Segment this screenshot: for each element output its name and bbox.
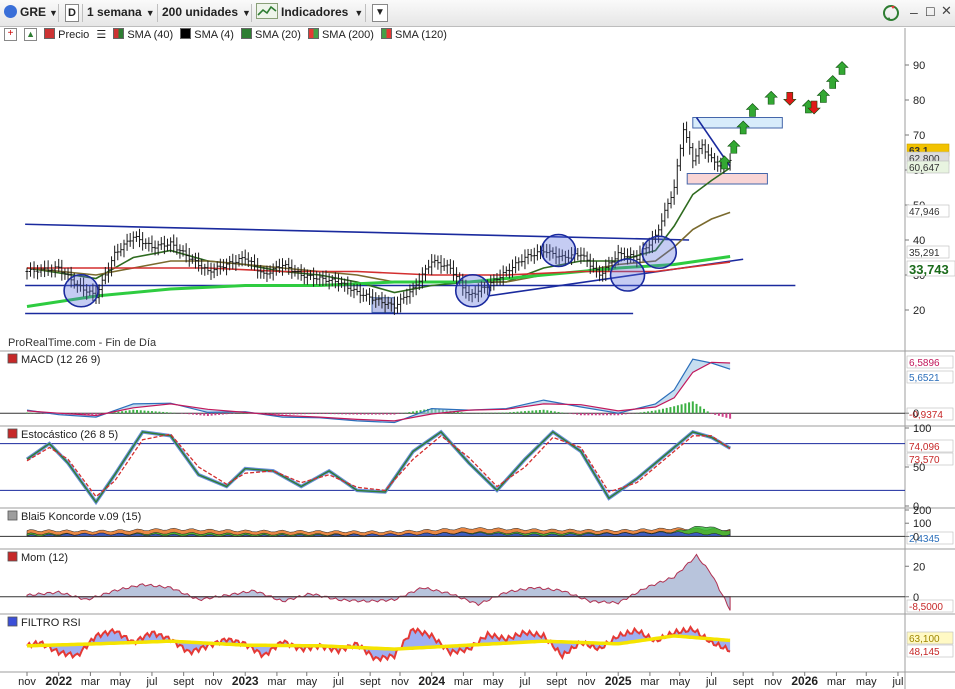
time-axis-tick-label: nov	[391, 676, 409, 688]
macd-value: 5,6521	[909, 373, 940, 384]
indicator-axis-tick-label: 100	[913, 423, 931, 435]
indicator-title: FILTRO RSI	[21, 617, 81, 629]
price-axis-tick-label: 40	[913, 235, 925, 247]
indicator-title: Mom (12)	[21, 552, 68, 564]
time-axis-tick-label: mar	[267, 676, 286, 688]
time-axis-tick-label: sept	[733, 676, 754, 688]
indicator-axis-tick-label: 20	[913, 561, 925, 573]
highlight-circle	[63, 273, 99, 308]
time-axis-tick-label: jul	[518, 676, 530, 688]
time-axis-tick-label: nov	[764, 676, 782, 688]
time-axis-tick-label: mar	[827, 676, 846, 688]
panel-background	[0, 44, 905, 338]
indicator-swatch	[7, 551, 18, 562]
indicator-axis-tick-label: 200	[913, 505, 931, 517]
macd-value: 6,5896	[909, 358, 940, 369]
time-axis-tick-label: may	[296, 676, 317, 688]
price-axis-tick-label: 70	[913, 130, 925, 142]
indicator-title: Estocástico (26 8 5)	[21, 429, 118, 441]
prorealtime-window: GRE ▼ D 1 semana ▼ 200 unidades ▼ Indicador…	[0, 0, 955, 689]
indicator-title: Blai5 Koncorde v.09 (15)	[21, 511, 141, 523]
indicator-axis-tick-label: 0	[913, 408, 919, 420]
time-axis-tick-label: jul	[332, 676, 344, 688]
price-value-label-text: 35,291	[909, 248, 940, 259]
time-axis-tick-label: may	[483, 676, 504, 688]
indicator-title: MACD (12 26 9)	[21, 354, 100, 366]
indicator-swatch	[7, 353, 18, 364]
highlight-circle	[641, 235, 678, 270]
time-axis-tick-label: 2022	[45, 674, 72, 688]
time-axis-tick-label: may	[856, 676, 877, 688]
time-axis-tick-label: nov	[205, 676, 223, 688]
time-axis-tick-label: nov	[18, 676, 36, 688]
time-axis-tick-label: may	[669, 676, 690, 688]
price-value-label-text: 60,647	[909, 163, 940, 174]
panel-background	[0, 551, 905, 612]
time-axis-tick-label: mar	[81, 676, 100, 688]
price-axis-tick-label: 90	[913, 60, 925, 72]
indicator-axis-tick-label: 0	[913, 592, 919, 604]
price-value-label-text: 47,946	[909, 207, 940, 218]
indicator-axis-tick-label: 0	[913, 531, 919, 543]
time-axis-tick-label: sept	[173, 676, 194, 688]
indicator-swatch	[7, 428, 18, 439]
support-resistance-zone	[686, 173, 768, 185]
time-axis-tick-label: jul	[891, 676, 903, 688]
time-axis-tick-label: 2024	[418, 674, 445, 688]
time-axis-tick-label: sept	[546, 676, 567, 688]
chart-area[interactable]: 203040506070809063,162,80060,64747,94635…	[0, 0, 955, 689]
indicator-swatch	[7, 510, 18, 521]
highlight-circle	[540, 233, 577, 268]
time-axis-tick-label: 2025	[605, 674, 632, 688]
stochastic-value: 74,096	[909, 442, 940, 453]
indicator-axis-tick-label: 50	[913, 462, 925, 474]
time-axis-tick-label: nov	[578, 676, 596, 688]
highlight-circle	[454, 273, 491, 308]
time-axis-tick-label: 2023	[232, 674, 259, 688]
watermark-text: ProRealTime.com - Fin de Día	[8, 337, 157, 349]
time-axis-tick-label: mar	[454, 676, 473, 688]
time-axis-tick-label: jul	[705, 676, 717, 688]
time-axis-tick-label: jul	[145, 676, 157, 688]
indicator-axis-tick-label: 100	[913, 518, 931, 530]
indicator-swatch	[7, 616, 18, 627]
time-axis-tick-label: mar	[640, 676, 659, 688]
time-axis-tick-label: 2026	[791, 674, 818, 688]
price-axis-tick-label: 80	[913, 95, 925, 107]
time-axis-tick-label: may	[110, 676, 131, 688]
price-axis-tick-label: 20	[913, 305, 925, 317]
price-value-label-text: 33,743	[909, 262, 949, 277]
rsi-value: 48,145	[909, 647, 940, 658]
time-axis-tick-label: sept	[360, 676, 381, 688]
highlight-circle	[609, 258, 646, 292]
rsi-value: 63,100	[909, 634, 940, 645]
